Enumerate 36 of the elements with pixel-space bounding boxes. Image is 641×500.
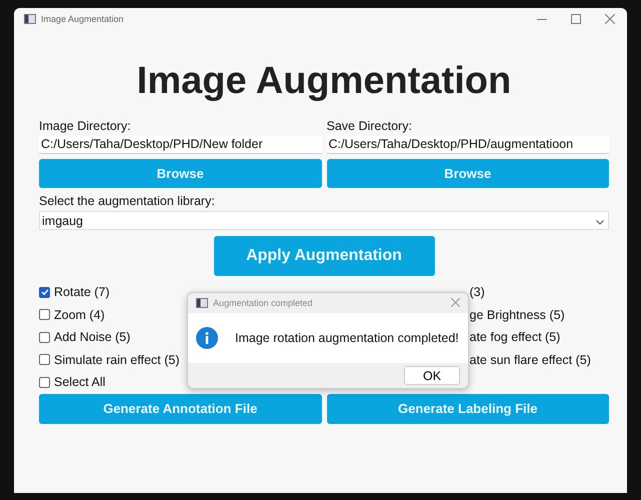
checkbox[interactable] [39,309,50,320]
app-icon [196,298,208,308]
maximize-icon[interactable] [571,14,581,24]
generate-button[interactable]: Generate Annotation File [39,394,322,424]
input-field[interactable]: C:/Users/Taha/Desktop/PHD/augmentatioon [326,136,609,154]
library-dropdown[interactable]: imgaug [39,211,609,230]
apply-button[interactable]: Apply Augmentation [214,236,434,276]
checkbox[interactable] [39,286,50,298]
info-icon [196,327,218,349]
checkbox[interactable] [39,376,50,388]
checkbox[interactable] [39,332,50,343]
checkbox-label: ge Brightness (5) [470,308,565,322]
checkbox-label: Simulate rain effect (5) [54,352,180,367]
input-field[interactable]: C:/Users/Taha/Desktop/PHD/New folder [39,136,322,154]
field-label: Image Directory: [39,119,132,133]
app-icon [24,14,36,24]
checkbox-label: ate fog effect (5) [470,330,560,344]
checkbox-label: Add Noise (5) [54,330,130,344]
checkbox[interactable] [39,354,50,366]
generate-button[interactable]: Generate Labeling File [326,394,609,424]
dialog-message: Image rotation augmentation completed! [235,331,459,345]
checkbox-label: Zoom (4) [54,308,105,322]
browse-button[interactable]: Browse [326,159,609,188]
checkbox-label: Rotate (7) [54,285,110,300]
checkbox-label: (3) [470,285,485,300]
close-icon[interactable] [605,14,615,24]
checkbox-label: Select All [54,375,106,390]
chevron-down-icon [596,220,604,224]
field-label: Save Directory: [326,119,413,133]
ok-button[interactable]: OK [404,366,460,385]
field-label: Select the augmentation library: [39,194,216,208]
app-heading: Image Augmentation [136,60,512,103]
browse-button[interactable]: Browse [39,159,322,188]
dialog-title: Augmentation completed [213,298,314,308]
window-title: Image Augmentation [41,14,125,24]
checkbox-label: ate sun flare effect (5) [470,352,591,367]
